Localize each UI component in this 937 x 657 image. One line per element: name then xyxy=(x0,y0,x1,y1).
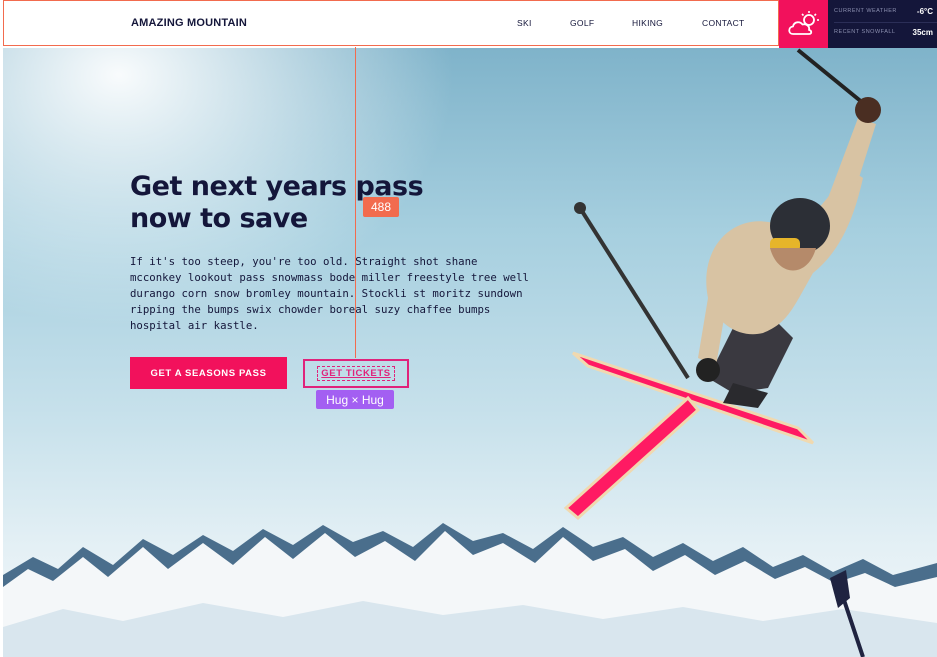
recent-snowfall-label: RECENT SNOWFALL xyxy=(834,29,896,35)
measurement-guide-line xyxy=(355,47,356,358)
weather-divider xyxy=(834,22,937,23)
weather-icon-box xyxy=(779,0,828,48)
cloud-sun-icon xyxy=(787,11,819,35)
ski-pole-tip xyxy=(830,570,865,657)
weather-panel: CURRENT WEATHER -6°C RECENT SNOWFALL 35c… xyxy=(828,0,937,48)
hero-image xyxy=(3,48,937,657)
current-weather-row: CURRENT WEATHER -6°C xyxy=(834,4,933,18)
get-seasons-pass-button[interactable]: GET A SEASONS PASS xyxy=(130,357,287,389)
sizing-badge: Hug × Hug xyxy=(316,390,394,409)
nav-link-contact[interactable]: CONTACT xyxy=(702,18,745,28)
nav-link-hiking[interactable]: HIKING xyxy=(632,18,663,28)
nav-link-golf[interactable]: GOLF xyxy=(570,18,594,28)
site-logo[interactable]: AMAZING MOUNTAIN xyxy=(131,17,247,29)
hero-body-text: If it's too steep, you're too old. Strai… xyxy=(130,255,529,332)
current-weather-value: -6°C xyxy=(916,6,933,16)
skier-illustration xyxy=(563,48,881,520)
hero-headline: Get next years pass now to save xyxy=(130,171,424,234)
current-weather-label: CURRENT WEATHER xyxy=(834,8,897,14)
get-tickets-button[interactable]: GET TICKETS xyxy=(303,359,409,388)
distance-badge: 488 xyxy=(363,197,399,217)
nav-link-ski[interactable]: SKI xyxy=(517,18,532,28)
recent-snowfall-value: 35cm xyxy=(912,27,933,37)
recent-snowfall-row: RECENT SNOWFALL 35cm xyxy=(834,25,933,39)
get-tickets-label: GET TICKETS xyxy=(317,366,395,381)
